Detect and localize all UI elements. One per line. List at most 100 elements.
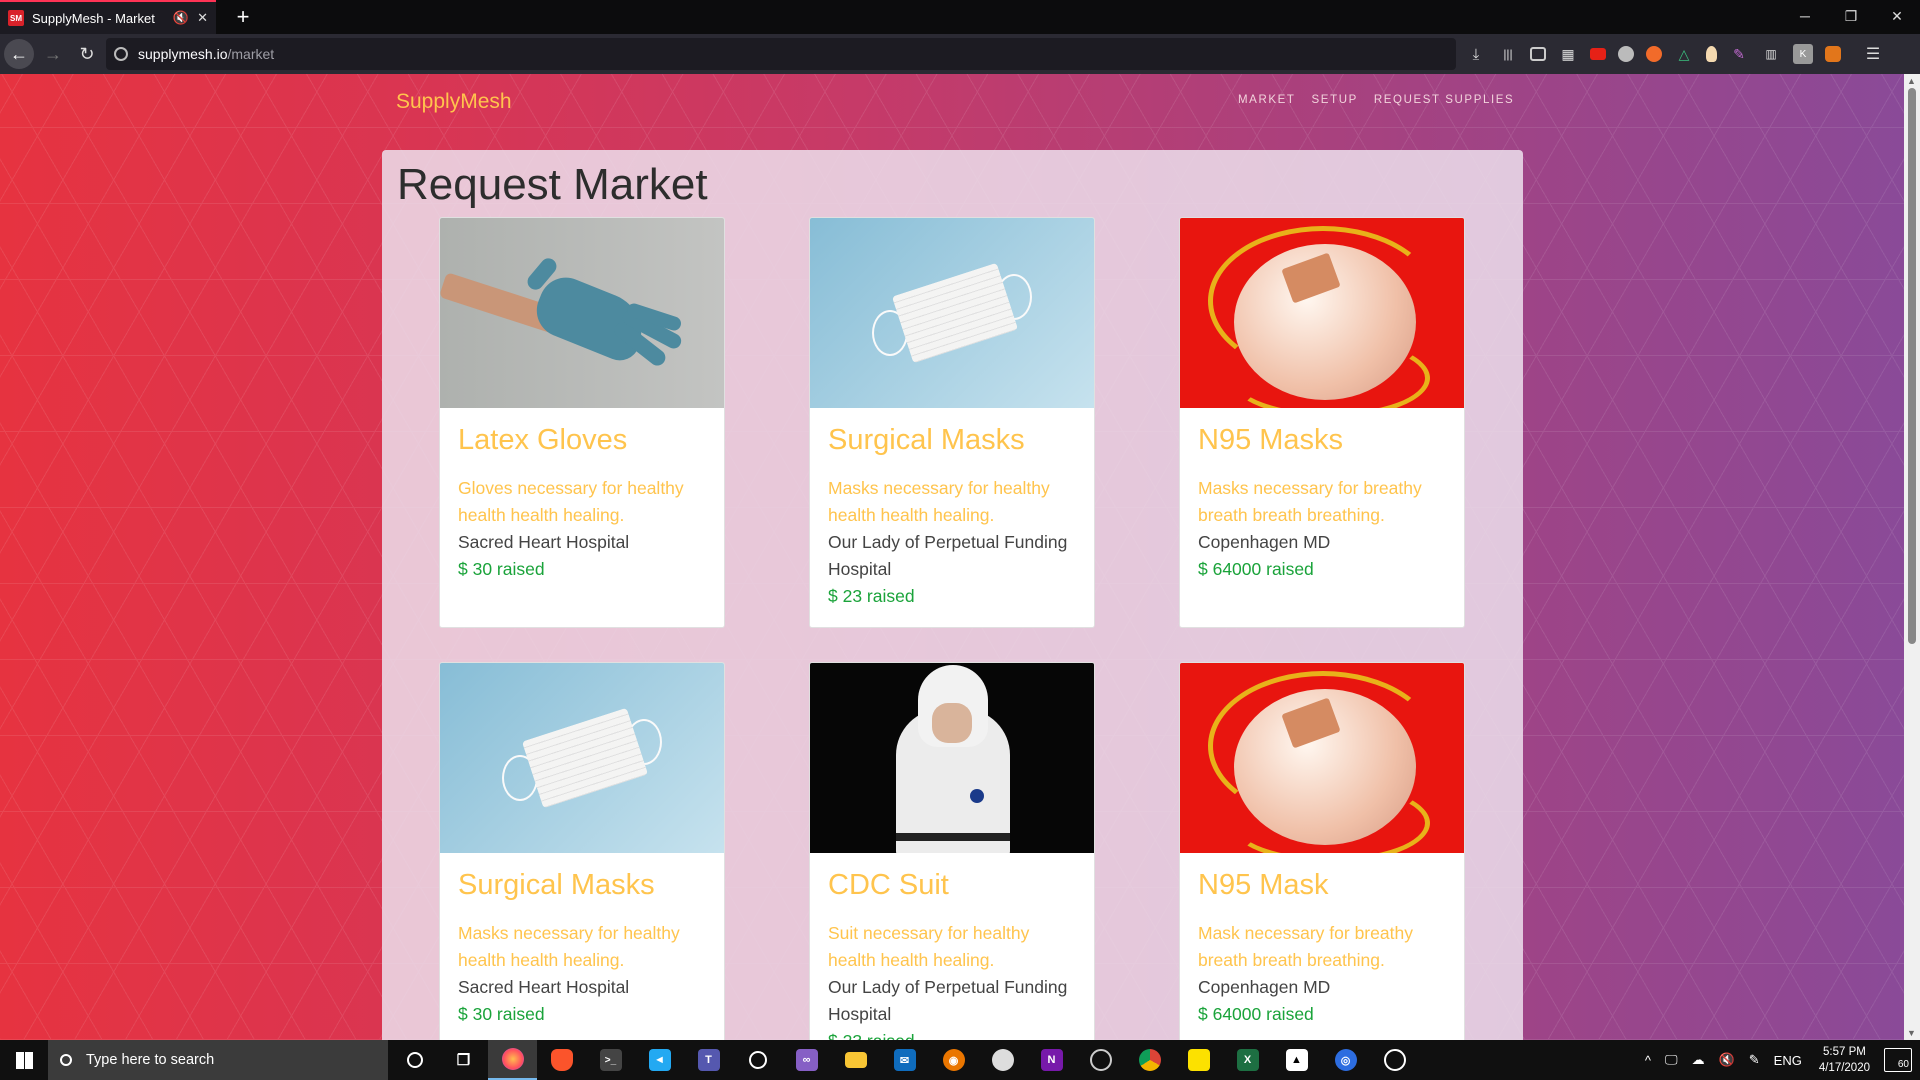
- card-organization: Our Lady of Perpetual Funding Hospital: [828, 977, 1068, 1024]
- close-tab-icon[interactable]: ✕: [197, 10, 208, 26]
- containers-icon[interactable]: ▦: [1558, 44, 1578, 64]
- request-card[interactable]: Surgical Masks Masks necessary for healt…: [809, 217, 1095, 628]
- sticky-notes-icon[interactable]: [1174, 1040, 1223, 1080]
- chrome-icon[interactable]: [1125, 1040, 1174, 1080]
- scroll-up-icon[interactable]: ▲: [1907, 76, 1916, 86]
- taskbar-apps: ❐ >_ ◄ T ∞ ✉ ◉ N X ▲ ◎: [390, 1040, 1419, 1080]
- download-icon[interactable]: ⤓: [1466, 44, 1486, 64]
- visual-studio-icon[interactable]: ∞: [782, 1040, 831, 1080]
- scrollbar-thumb[interactable]: [1908, 88, 1916, 644]
- language-indicator[interactable]: ENG: [1774, 1053, 1802, 1068]
- card-organization: Sacred Heart Hospital: [458, 977, 630, 997]
- blender-icon[interactable]: ◉: [929, 1040, 978, 1080]
- cloud-icon[interactable]: ☁: [1692, 1052, 1705, 1068]
- card-organization: Copenhagen MD: [1198, 977, 1331, 997]
- card-raised: $ 30 raised: [458, 1004, 545, 1024]
- paint-3d-icon[interactable]: [978, 1040, 1027, 1080]
- scroll-down-icon[interactable]: ▼: [1907, 1028, 1916, 1038]
- teams-icon[interactable]: T: [684, 1040, 733, 1080]
- page-viewport: SupplyMesh MARKET SETUP REQUEST SUPPLIES…: [0, 74, 1904, 1040]
- extension-icon[interactable]: [1618, 46, 1634, 62]
- clock-time: 5:57 PM: [1823, 1046, 1866, 1058]
- notification-center-icon[interactable]: 60: [1884, 1048, 1912, 1072]
- k-extension-icon[interactable]: K: [1793, 44, 1813, 64]
- page-title: Request Market: [397, 160, 708, 209]
- site-nav: MARKET SETUP REQUEST SUPPLIES: [1238, 94, 1514, 106]
- onenote-icon[interactable]: N: [1027, 1040, 1076, 1080]
- menu-icon[interactable]: ☰: [1863, 44, 1883, 64]
- metamask-fox-icon[interactable]: [1825, 46, 1841, 62]
- cortana-icon[interactable]: [390, 1040, 439, 1080]
- extension-toolbar: ⤓ ||| ▦ △ ✎ ▥ K ☰: [1466, 40, 1895, 68]
- file-explorer-icon[interactable]: [831, 1040, 880, 1080]
- minimize-icon[interactable]: ─: [1782, 0, 1828, 32]
- card-raised: $ 64000 raised: [1198, 559, 1314, 579]
- chevron-up-icon[interactable]: ^: [1645, 1053, 1651, 1068]
- browser-tab[interactable]: SM SupplyMesh - Market 🔇 ✕: [0, 0, 216, 34]
- nav-market[interactable]: MARKET: [1238, 94, 1296, 106]
- brave-icon[interactable]: [537, 1040, 586, 1080]
- forward-icon[interactable]: →: [38, 39, 68, 69]
- notification-count: 60: [1897, 1059, 1909, 1070]
- taskbar: Type here to search ❐ >_ ◄ T ∞ ✉ ◉ N X ▲…: [0, 1040, 1920, 1080]
- taskbar-search[interactable]: Type here to search: [48, 1040, 388, 1080]
- card-organization: Our Lady of Perpetual Funding Hospital: [828, 532, 1068, 579]
- mute-tab-icon[interactable]: 🔇: [173, 10, 189, 26]
- nav-setup[interactable]: SETUP: [1312, 94, 1358, 106]
- request-card[interactable]: Surgical Masks Masks necessary for healt…: [439, 662, 725, 1040]
- barcode-extension-icon[interactable]: ▥: [1761, 44, 1781, 64]
- windows-logo-icon: [15, 1051, 33, 1069]
- mail-icon[interactable]: ✉: [880, 1040, 929, 1080]
- card-title: N95 Mask: [1198, 869, 1329, 901]
- card-title: N95 Masks: [1198, 424, 1344, 456]
- pen-icon[interactable]: ✎: [1749, 1052, 1760, 1068]
- card-title: Latex Gloves: [458, 424, 628, 456]
- network-icon[interactable]: 🖵: [1665, 1052, 1678, 1068]
- alarm-clock-icon[interactable]: [733, 1040, 782, 1080]
- close-window-icon[interactable]: ✕: [1874, 0, 1920, 32]
- youtube-extension-icon[interactable]: [1590, 48, 1606, 60]
- pen-extension-icon[interactable]: ✎: [1729, 44, 1749, 64]
- new-tab-button[interactable]: +: [228, 2, 258, 32]
- triangle-extension-icon[interactable]: △: [1674, 44, 1694, 64]
- card-description: Suit necessary for healthy health health…: [828, 923, 1030, 970]
- obs-icon[interactable]: [1076, 1040, 1125, 1080]
- clock[interactable]: 5:57 PM 4/17/2020: [1819, 1044, 1870, 1076]
- request-card[interactable]: CDC Suit Suit necessary for healthy heal…: [809, 662, 1095, 1040]
- sidebar-icon[interactable]: [1530, 47, 1546, 61]
- firefox-icon[interactable]: [488, 1040, 537, 1080]
- card-raised: $ 64000 raised: [1198, 1004, 1314, 1024]
- reload-icon[interactable]: ↻: [72, 39, 102, 69]
- onedrive-photos-icon[interactable]: [1370, 1040, 1419, 1080]
- request-card[interactable]: Latex Gloves Gloves necessary for health…: [439, 217, 725, 628]
- task-view-icon[interactable]: ❐: [439, 1040, 488, 1080]
- taskbar-search-placeholder: Type here to search: [86, 1052, 215, 1068]
- favicon-icon: SM: [8, 10, 24, 26]
- library-icon[interactable]: |||: [1498, 44, 1518, 64]
- search-icon: [60, 1054, 72, 1066]
- nav-request-supplies[interactable]: REQUEST SUPPLIES: [1374, 94, 1514, 106]
- photos-icon[interactable]: ▲: [1272, 1040, 1321, 1080]
- url-path: /market: [227, 46, 275, 62]
- card-raised: $ 30 raised: [458, 559, 545, 579]
- card-description: Masks necessary for healthy health healt…: [828, 478, 1050, 525]
- page-scrollbar[interactable]: ▲ ▼: [1904, 74, 1920, 1040]
- restore-icon[interactable]: ❐: [1828, 0, 1874, 32]
- card-description: Masks necessary for healthy health healt…: [458, 923, 680, 970]
- app-icon[interactable]: ◎: [1321, 1040, 1370, 1080]
- brave-extension-icon[interactable]: [1646, 46, 1662, 62]
- terminal-icon[interactable]: >_: [586, 1040, 635, 1080]
- vscode-icon[interactable]: ◄: [635, 1040, 684, 1080]
- request-card[interactable]: N95 Masks Masks necessary for breathy br…: [1179, 217, 1465, 628]
- volume-muted-icon[interactable]: 🔇: [1719, 1052, 1735, 1068]
- back-icon[interactable]: ←: [4, 39, 34, 69]
- site-brand[interactable]: SupplyMesh: [396, 90, 512, 114]
- url-bar[interactable]: supplymesh.io/market: [106, 38, 1456, 70]
- ghost-extension-icon[interactable]: [1706, 46, 1717, 62]
- card-raised: $ 23 raised: [828, 1028, 1076, 1040]
- url-domain: supplymesh.io: [138, 46, 228, 62]
- card-title: CDC Suit: [828, 869, 949, 901]
- request-card[interactable]: N95 Mask Mask necessary for breathy brea…: [1179, 662, 1465, 1040]
- start-button[interactable]: [0, 1040, 48, 1080]
- excel-icon[interactable]: X: [1223, 1040, 1272, 1080]
